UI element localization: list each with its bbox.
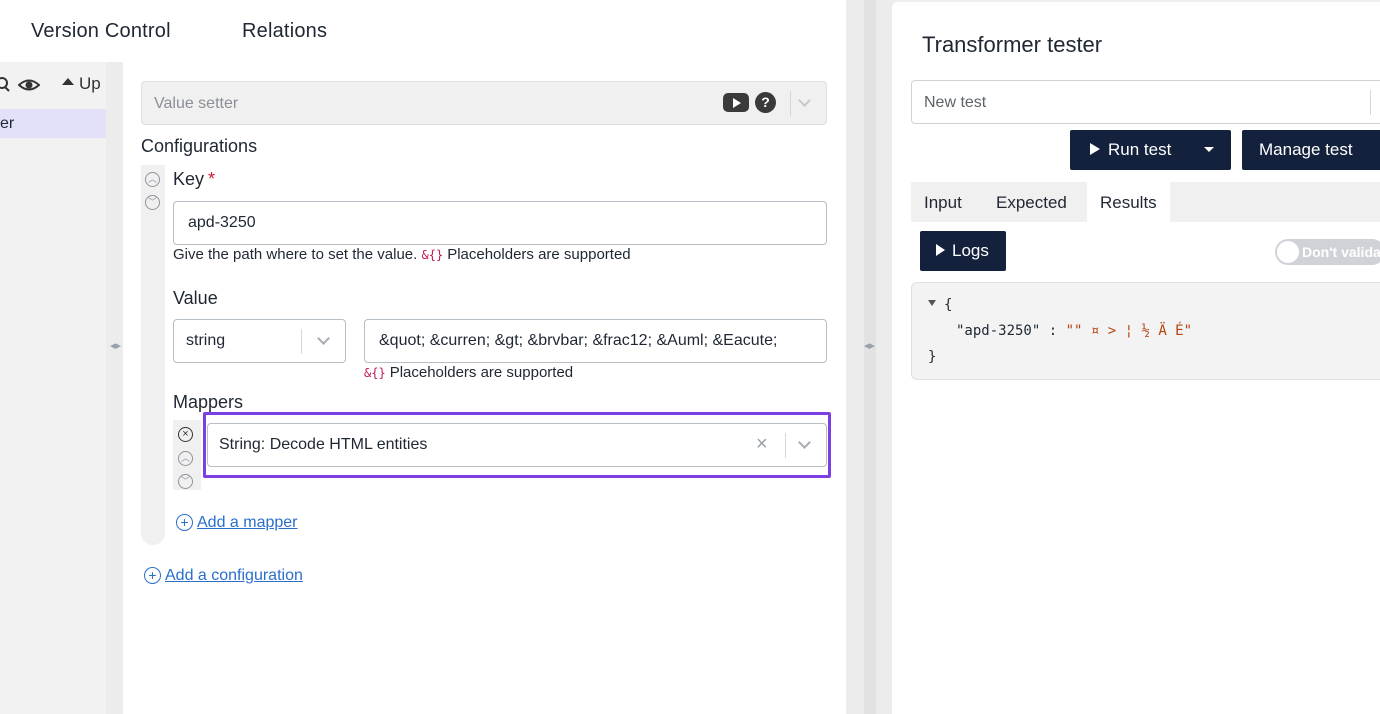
top-tab-bar: Version Control Relations [0, 0, 846, 62]
play-icon [936, 244, 945, 256]
add-configuration-icon[interactable]: + [144, 567, 161, 584]
manage-test-label: Manage test [1259, 140, 1353, 159]
add-mapper-icon[interactable]: + [176, 514, 193, 531]
test-select[interactable]: New test [911, 80, 1380, 124]
tab-expected[interactable]: Expected [983, 182, 1080, 222]
configurations-title: Configurations [141, 136, 258, 156]
value-help: &{} Placeholders are supported [364, 364, 573, 381]
sidebar-toolbar: Up [0, 72, 106, 98]
key-label: Key * [173, 169, 215, 190]
add-configuration-link[interactable]: Add a configuration [165, 567, 303, 585]
resize-handle-middle[interactable]: ◂▸ [846, 0, 892, 714]
divider [301, 329, 302, 354]
value-input[interactable]: &quot; &curren; &gt; &brvbar; &frac12; &… [364, 319, 827, 363]
test-select-label: New test [924, 94, 987, 111]
editor-panel: Version Control Relations Up er ◂▸ Value [0, 0, 846, 714]
video-icon[interactable] [723, 93, 749, 112]
tab-version-control[interactable]: Version Control [31, 20, 171, 43]
sidebar [0, 62, 106, 714]
key-help: Give the path where to set the value. &{… [173, 246, 631, 263]
chevron-down-icon[interactable] [798, 436, 811, 449]
transformer-type-select[interactable]: Value setter ? [141, 81, 827, 125]
mappers-label: Mappers [173, 392, 244, 412]
transformer-tester-panel: Transformer tester New test Run test Man… [892, 2, 1380, 714]
eye-icon[interactable] [18, 74, 40, 96]
move-up-icon[interactable]: ︿ [178, 451, 193, 466]
json-colon: : [1048, 323, 1058, 339]
transformer-type-label: Value setter [154, 95, 239, 112]
logs-label: Logs [952, 241, 989, 260]
value-type-label: string [186, 332, 226, 349]
validation-toggle[interactable]: Don't valida [1275, 239, 1380, 265]
chevron-down-icon[interactable] [317, 332, 330, 345]
placeholder-syntax: &{} [421, 248, 444, 262]
caret-down-icon[interactable] [1204, 147, 1214, 152]
tester-tabs: Input Expected Results [911, 182, 1380, 222]
mapper-rail: × ︿ ﹀ [173, 420, 201, 490]
tester-title: Transformer tester [922, 32, 1103, 57]
required-mark: * [208, 169, 216, 189]
toggle-knob [1277, 241, 1299, 263]
json-open-brace: { [944, 297, 953, 313]
sort-label[interactable]: Up [79, 74, 101, 94]
run-test-label: Run test [1108, 140, 1172, 159]
add-mapper-link[interactable]: Add a mapper [197, 514, 298, 532]
key-input[interactable]: apd-3250 [173, 201, 827, 245]
json-value: "" ¤ > ¦ ½ Ä É" [1065, 323, 1193, 339]
remove-icon[interactable]: × [178, 427, 193, 442]
json-close-brace: } [928, 349, 937, 365]
value-label: Value [173, 288, 218, 308]
splitter-bar[interactable] [864, 0, 876, 714]
move-up-icon[interactable]: ︿ [145, 172, 160, 187]
sidebar-item-label: er [0, 115, 15, 132]
logs-button[interactable]: Logs [920, 231, 1006, 271]
value-type-select[interactable]: string [173, 319, 346, 363]
sort-up-icon[interactable] [62, 78, 74, 85]
resize-grip-icon: ◂▸ [110, 340, 122, 352]
run-test-button[interactable]: Run test [1070, 130, 1231, 170]
mapper-select-label: String: Decode HTML entities [219, 436, 428, 453]
toggle-label: Don't valida [1302, 244, 1380, 260]
sidebar-item-selected[interactable]: er [0, 109, 106, 138]
divider [790, 91, 791, 116]
transformer-editor: Value setter ? Configurations ︿ ﹀ Key * a… [123, 62, 846, 714]
move-down-icon[interactable]: ﹀ [145, 195, 160, 210]
manage-test-button[interactable]: Manage test [1242, 130, 1380, 170]
collapse-icon[interactable] [928, 300, 936, 306]
json-key: "apd-3250" [956, 323, 1041, 339]
mapper-select[interactable]: String: Decode HTML entities × [207, 423, 827, 467]
help-icon[interactable]: ? [755, 92, 776, 113]
move-down-icon[interactable]: ﹀ [178, 474, 193, 489]
chevron-down-icon[interactable] [798, 94, 811, 107]
search-icon[interactable] [0, 74, 12, 96]
placeholder-hint: Placeholders are supported [389, 364, 574, 381]
placeholder-hint: Placeholders are supported [447, 246, 631, 263]
tab-results[interactable]: Results [1087, 182, 1170, 222]
json-entry: "apd-3250" : "" ¤ > ¦ ½ Ä É" [956, 323, 1192, 339]
configuration-rail: ︿ ﹀ [141, 165, 165, 545]
placeholder-syntax: &{} [364, 366, 386, 380]
app-window: Version Control Relations Up er ◂▸ Value [0, 0, 1380, 714]
key-help-text: Give the path where to set the value. [173, 246, 418, 263]
clear-icon[interactable]: × [756, 433, 768, 456]
resize-handle-left[interactable]: ◂▸ [106, 62, 123, 714]
key-label-text: Key [173, 169, 205, 189]
play-icon [1090, 143, 1100, 155]
divider [785, 433, 786, 458]
divider [1370, 90, 1371, 115]
tab-relations[interactable]: Relations [242, 20, 327, 43]
tab-input[interactable]: Input [911, 182, 975, 222]
resize-grip-icon: ◂▸ [864, 340, 876, 352]
result-viewer: { "apd-3250" : "" ¤ > ¦ ½ Ä É" } [911, 282, 1380, 380]
